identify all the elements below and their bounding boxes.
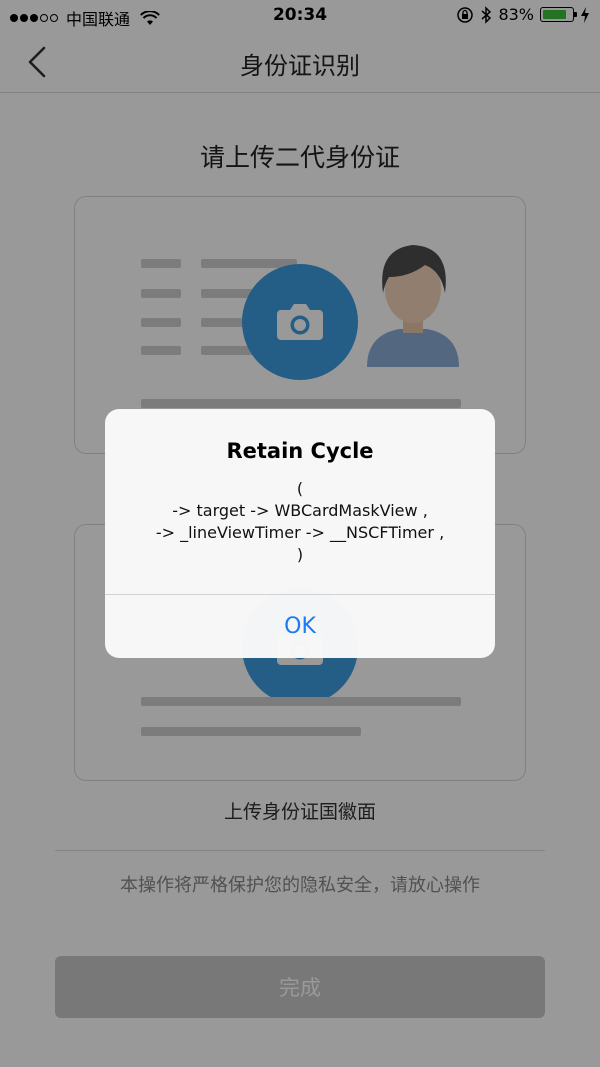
alert-dialog: Retain Cycle ( -> target -> WBCardMaskVi… bbox=[105, 409, 495, 658]
alert-message-line: -> target -> WBCardMaskView , bbox=[172, 501, 428, 520]
alert-title: Retain Cycle bbox=[226, 439, 374, 463]
id-card-upload-page: 中国联通 20:34 83% 身份证识别 请上传二代身份证 上传身份证国徽面 本… bbox=[0, 0, 600, 1067]
ok-button[interactable]: OK bbox=[105, 595, 495, 658]
alert-message-line: ) bbox=[296, 545, 304, 564]
alert-message-line: -> _lineViewTimer -> __NSCFTimer , bbox=[155, 523, 445, 542]
alert-message: ( -> target -> WBCardMaskView , -> _line… bbox=[115, 478, 485, 566]
alert-message-line: ( bbox=[296, 479, 304, 498]
